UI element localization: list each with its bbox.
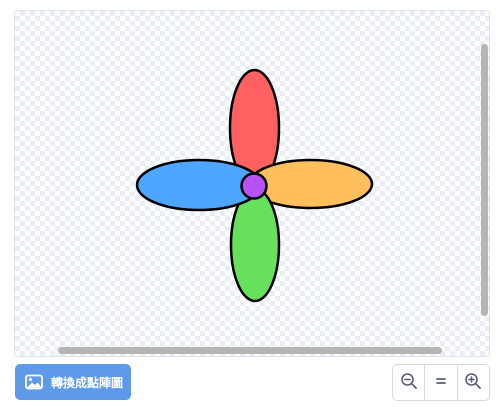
costume-drawing[interactable] [15,11,490,357]
zoom-in-button[interactable] [458,365,489,400]
vertical-scrollbar[interactable] [481,44,488,316]
horizontal-scrollbar[interactable] [58,347,442,354]
equals-icon [434,373,448,392]
drawing-canvas[interactable] [14,10,490,357]
zoom-controls [392,364,490,401]
image-icon [25,374,43,390]
green-petal[interactable] [229,187,281,303]
convert-to-bitmap-button[interactable]: 轉換成點陣圖 [15,364,131,400]
convert-to-bitmap-label: 轉換成點陣圖 [51,375,124,390]
paint-editor: 轉換成點陣圖 [0,0,501,407]
zoom-in-icon [464,372,482,394]
zoom-out-button[interactable] [393,365,426,400]
zoom-out-icon [400,372,418,394]
zoom-reset-button[interactable] [425,365,458,400]
purple-center[interactable] [240,172,268,200]
